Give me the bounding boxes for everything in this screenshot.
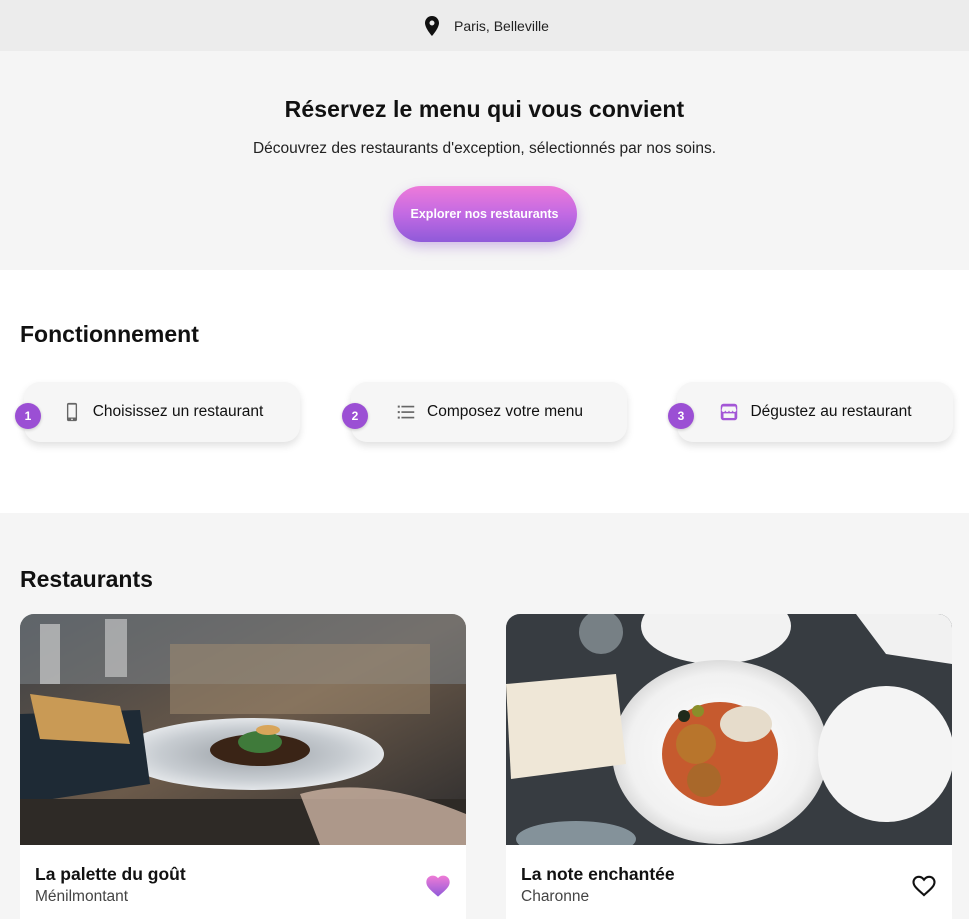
hero-subtitle: Découvrez des restaurants d'exception, s…	[252, 140, 717, 157]
step-number-badge: 3	[668, 403, 694, 429]
step-choose-restaurant[interactable]: 1 Choisissez un restaurant	[15, 382, 300, 442]
restaurant-name: La note enchantée	[521, 864, 675, 884]
restaurant-card[interactable]: La note enchantée Charonne	[506, 614, 952, 919]
favorite-heart-icon[interactable]	[424, 872, 452, 898]
step-label: Dégustez au restaurant	[750, 403, 912, 420]
restaurant-card[interactable]: La palette du goût Ménilmontant	[20, 614, 466, 919]
restaurant-area: Charonne	[521, 888, 590, 905]
step-compose-menu[interactable]: 2 Composez votre menu	[342, 382, 627, 442]
favorite-heart-outline-icon[interactable]	[910, 872, 938, 898]
restaurant-info: La note enchantée Charonne	[506, 845, 952, 919]
explore-restaurants-button[interactable]: Explorer nos restaurants	[392, 186, 577, 242]
restaurants-section: Restaurants La palette du goût Ménilmont…	[0, 513, 969, 919]
step-number-badge: 2	[342, 403, 368, 429]
how-it-works-title: Fonctionnement	[20, 321, 199, 347]
step-label: Composez votre menu	[427, 403, 583, 420]
restaurant-photo	[20, 614, 466, 845]
restaurant-photo	[506, 614, 952, 845]
hero-section: Réservez le menu qui vous convient Décou…	[0, 51, 969, 270]
location-bar: Paris, Belleville	[0, 0, 969, 51]
step-label: Choisissez un restaurant	[92, 403, 264, 420]
map-pin-icon	[420, 14, 444, 38]
restaurant-area: Ménilmontant	[35, 888, 129, 905]
store-icon	[718, 401, 740, 423]
smartphone-icon	[61, 401, 83, 423]
hero-title: Réservez le menu qui vous convient	[284, 96, 685, 122]
step-number-badge: 1	[15, 403, 41, 429]
step-taste-restaurant[interactable]: 3 Dégustez au restaurant	[668, 382, 953, 442]
restaurants-title: Restaurants	[20, 566, 153, 592]
how-it-works-section: Fonctionnement 1 Choisissez un restauran…	[0, 270, 969, 513]
restaurant-list: La palette du goût Ménilmontant La note …	[20, 614, 952, 919]
steps-list: 1 Choisissez un restaurant 2 Composez vo…	[15, 382, 953, 462]
restaurant-name: La palette du goût	[35, 864, 186, 884]
restaurant-info: La palette du goût Ménilmontant	[20, 845, 466, 919]
list-icon	[395, 401, 417, 423]
location-text: Paris, Belleville	[454, 17, 549, 34]
